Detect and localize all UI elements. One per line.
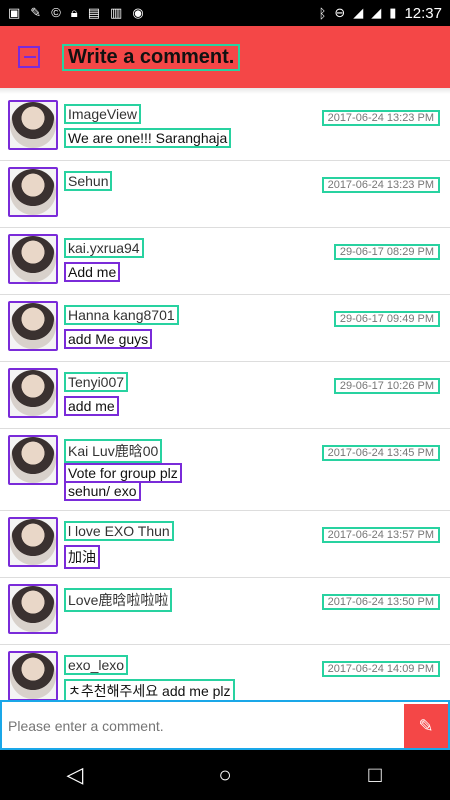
comment-message-line2: sehun/ exo xyxy=(64,481,141,501)
copyright-icon: © xyxy=(51,5,61,20)
comment-username: exo_lexo xyxy=(64,655,129,675)
send-button[interactable]: ✎ xyxy=(404,704,448,748)
comment-username: Kai Luv鹿晗00 xyxy=(64,439,163,463)
comment-timestamp: 29-06-17 10:26 PM xyxy=(333,378,440,394)
avatar[interactable] xyxy=(8,167,58,217)
briefcase-icon: ▥ xyxy=(110,5,123,20)
recent-apps-button[interactable]: □ xyxy=(355,755,395,795)
home-button[interactable]: ○ xyxy=(205,755,245,795)
avatar[interactable] xyxy=(8,301,58,351)
list-item[interactable]: kai.yxrua94 Add me 29-06-17 08:29 PM xyxy=(0,228,450,295)
list-item[interactable]: Tenyi007 add me 29-06-17 10:26 PM xyxy=(0,362,450,429)
bluetooth-icon: ᛒ xyxy=(318,5,327,21)
comment-timestamp: 2017-06-24 13:23 PM xyxy=(321,177,440,193)
list-item[interactable]: Kai Luv鹿晗00 Vote for group plz sehun/ ex… xyxy=(0,429,450,511)
battery-icon: ▮ xyxy=(389,5,397,20)
recent-square-icon: □ xyxy=(368,762,382,787)
list-item[interactable]: Hanna kang8701 add Me guys 29-06-17 09:4… xyxy=(0,295,450,362)
comment-message: add Me guys xyxy=(64,329,153,349)
folder-icon: ▤ xyxy=(87,5,101,20)
list-item[interactable]: exo_lexo ㅊ추천해주세요 add me plz 2017-06-24 1… xyxy=(0,645,450,700)
signal-icon: ◢ xyxy=(371,5,382,20)
comment-timestamp: 2017-06-24 13:50 PM xyxy=(321,594,440,610)
comment-timestamp: 2017-06-24 13:57 PM xyxy=(321,527,440,543)
back-button[interactable]: ◁ xyxy=(55,755,95,795)
comment-timestamp: 2017-06-24 13:45 PM xyxy=(321,445,440,461)
status-bar: ▣ ✎ © 🔒︎ ▤ ▥ ◉ ᛒ ⊖ ◢ ◢ ▮ 12:37 xyxy=(0,0,450,26)
app-header: Write a comment. xyxy=(0,26,450,88)
comment-message: Vote for group plz xyxy=(64,463,182,483)
comment-list[interactable]: ImageView We are one!!! Saranghaja 2017-… xyxy=(0,94,450,700)
avatar[interactable] xyxy=(8,584,58,634)
avatar[interactable] xyxy=(8,435,58,485)
status-time: 12:37 xyxy=(404,4,442,22)
comment-message: Add me xyxy=(64,262,121,282)
android-icon: ◉ xyxy=(132,5,144,20)
comment-input[interactable] xyxy=(8,708,402,744)
comment-timestamp: 2017-06-24 13:23 PM xyxy=(321,110,440,126)
avatar[interactable] xyxy=(8,517,58,567)
comment-username: l love EXO Thun xyxy=(64,521,174,541)
image-icon: ▣ xyxy=(8,5,21,20)
comment-message: add me xyxy=(64,396,119,416)
avatar[interactable] xyxy=(8,368,58,418)
avatar[interactable] xyxy=(8,100,58,150)
home-circle-icon: ○ xyxy=(218,762,232,787)
list-item[interactable]: Sehun 2017-06-24 13:23 PM xyxy=(0,161,450,228)
list-item[interactable]: l love EXO Thun 加油 2017-06-24 13:57 PM xyxy=(0,511,450,578)
page-title: Write a comment. xyxy=(62,43,241,71)
wrench-icon: ✎ xyxy=(30,5,42,20)
comment-message: 加油 xyxy=(64,545,100,569)
comment-username: Hanna kang8701 xyxy=(64,305,179,325)
comment-bar: ✎ xyxy=(0,700,450,750)
pencil-icon: ✎ xyxy=(418,715,434,736)
comment-username: ImageView xyxy=(64,104,142,124)
do-not-disturb-icon: ⊖ xyxy=(334,5,346,20)
list-item[interactable]: Love鹿晗啦啦啦 2017-06-24 13:50 PM xyxy=(0,578,450,645)
lock-icon: 🔒︎ xyxy=(70,5,78,20)
avatar[interactable] xyxy=(8,651,58,700)
comment-username: Love鹿晗啦啦啦 xyxy=(64,588,173,612)
status-left-icons: ▣ ✎ © 🔒︎ ▤ ▥ ◉ xyxy=(8,5,144,21)
list-item[interactable]: ImageView We are one!!! Saranghaja 2017-… xyxy=(0,94,450,161)
status-right-icons: ᛒ ⊖ ◢ ◢ ▮ 12:37 xyxy=(319,5,442,22)
comment-username: kai.yxrua94 xyxy=(64,238,144,258)
back-triangle-icon: ◁ xyxy=(66,762,84,787)
comment-timestamp: 2017-06-24 14:09 PM xyxy=(321,661,440,677)
avatar[interactable] xyxy=(8,234,58,284)
navigation-bar: ◁ ○ □ xyxy=(0,750,450,800)
back-arrow-icon[interactable] xyxy=(18,46,40,68)
comment-message: ㅊ추천해주세요 add me plz xyxy=(64,679,235,700)
comment-timestamp: 29-06-17 08:29 PM xyxy=(333,244,440,260)
wifi-icon: ◢ xyxy=(353,5,364,20)
comment-username: Tenyi007 xyxy=(64,372,129,392)
comment-timestamp: 29-06-17 09:49 PM xyxy=(333,311,440,327)
comment-username: Sehun xyxy=(64,171,113,191)
comment-message: We are one!!! Saranghaja xyxy=(64,128,232,148)
